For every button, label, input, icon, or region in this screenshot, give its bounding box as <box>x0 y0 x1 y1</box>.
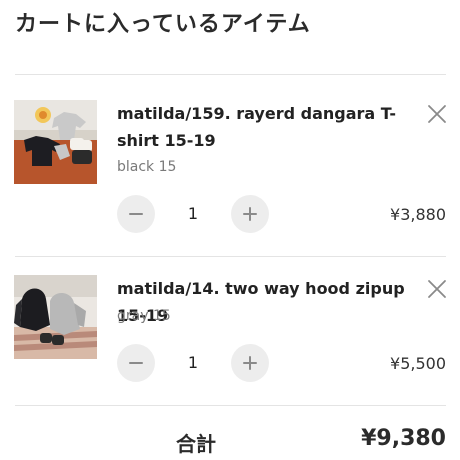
total-value: ¥9,380 <box>361 426 446 451</box>
increase-quantity-button[interactable] <box>231 344 269 382</box>
total-label: 合計 <box>176 432 216 456</box>
divider-item <box>15 256 446 257</box>
item-price: ¥3,880 <box>390 205 446 224</box>
plus-icon <box>243 207 257 221</box>
close-icon <box>428 280 446 298</box>
hoodie-photo-icon <box>14 275 97 359</box>
quantity-value: 1 <box>187 204 199 223</box>
product-variant: gray 15 <box>117 308 171 324</box>
item-price: ¥5,500 <box>390 354 446 373</box>
minus-icon <box>129 362 143 364</box>
divider-summary <box>15 405 446 406</box>
product-name[interactable]: matilda/159. rayerd dangara T-shirt 15-1… <box>117 100 407 154</box>
remove-item-button[interactable] <box>426 103 448 125</box>
tshirt-photo-icon <box>14 100 97 184</box>
minus-icon <box>129 213 143 215</box>
decrease-quantity-button[interactable] <box>117 344 155 382</box>
product-thumbnail[interactable] <box>14 275 97 359</box>
divider-top <box>15 74 446 75</box>
decrease-quantity-button[interactable] <box>117 195 155 233</box>
product-variant: black 15 <box>117 159 177 175</box>
quantity-value: 1 <box>187 353 199 372</box>
close-icon <box>428 105 446 123</box>
plus-icon <box>243 356 257 370</box>
cart-title: カートに入っているアイテム <box>15 12 311 37</box>
increase-quantity-button[interactable] <box>231 195 269 233</box>
product-thumbnail[interactable] <box>14 100 97 184</box>
remove-item-button[interactable] <box>426 278 448 300</box>
